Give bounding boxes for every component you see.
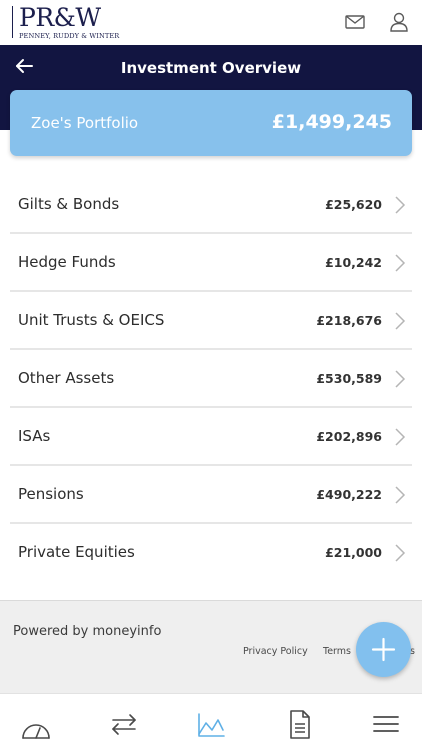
chevron-right-icon bbox=[394, 311, 406, 331]
page-title: Investment Overview bbox=[120, 59, 302, 77]
list-item[interactable]: Other Assets £530,589 bbox=[10, 350, 412, 408]
list-item[interactable]: Gilts & Bonds £25,620 bbox=[10, 176, 412, 234]
category-label: Other Assets bbox=[18, 369, 115, 387]
chevron-right-icon bbox=[394, 253, 406, 273]
category-label: Unit Trusts & OEICS bbox=[18, 311, 165, 329]
category-amount: £21,000 bbox=[325, 545, 382, 560]
terms-link[interactable]: Terms bbox=[323, 646, 351, 657]
portfolio-card[interactable]: Zoe's Portfolio £1,499,245 bbox=[10, 90, 412, 156]
mail-icon[interactable] bbox=[344, 11, 366, 33]
category-amount: £490,222 bbox=[316, 487, 382, 502]
chevron-right-icon bbox=[394, 543, 406, 563]
category-list: Gilts & Bonds £25,620 Hedge Funds £10,24… bbox=[10, 176, 412, 582]
privacy-policy-link[interactable]: Privacy Policy bbox=[243, 646, 308, 657]
category-amount: £10,242 bbox=[325, 255, 382, 270]
chevron-right-icon bbox=[394, 485, 406, 505]
category-label: Gilts & Bonds bbox=[18, 195, 120, 213]
category-label: Private Equities bbox=[18, 543, 135, 561]
list-item[interactable]: Pensions £490,222 bbox=[10, 466, 412, 524]
category-amount: £218,676 bbox=[316, 313, 382, 328]
portfolio-total: £1,499,245 bbox=[271, 111, 392, 133]
category-amount: £530,589 bbox=[316, 371, 382, 386]
logo-subtitle: PENNEY, RUDDY & WINTER bbox=[19, 32, 120, 40]
list-item[interactable]: Private Equities £21,000 bbox=[10, 524, 412, 582]
chart-icon[interactable] bbox=[195, 708, 227, 740]
company-logo[interactable]: PR&W PENNEY, RUDDY & WINTER bbox=[12, 3, 122, 40]
add-button[interactable] bbox=[356, 622, 411, 677]
chevron-right-icon bbox=[394, 427, 406, 447]
chevron-right-icon bbox=[394, 369, 406, 389]
portfolio-name: Zoe's Portfolio bbox=[31, 114, 139, 132]
plus-icon bbox=[371, 637, 396, 662]
chevron-right-icon bbox=[394, 195, 406, 215]
menu-icon[interactable] bbox=[370, 708, 402, 740]
category-label: Hedge Funds bbox=[18, 253, 116, 271]
list-item[interactable]: ISAs £202,896 bbox=[10, 408, 412, 466]
powered-by-text: Powered by moneyinfo bbox=[13, 624, 162, 639]
logo-mark: PR&W bbox=[19, 3, 101, 32]
list-item[interactable]: Hedge Funds £10,242 bbox=[10, 234, 412, 292]
category-amount: £202,896 bbox=[316, 429, 382, 444]
brand-bar: PR&W PENNEY, RUDDY & WINTER bbox=[0, 0, 422, 45]
transfer-arrows-icon[interactable] bbox=[108, 708, 140, 740]
bottom-tab-bar bbox=[0, 693, 422, 750]
list-item[interactable]: Unit Trusts & OEICS £218,676 bbox=[10, 292, 412, 350]
category-label: ISAs bbox=[18, 427, 51, 445]
logo-rule bbox=[12, 6, 13, 38]
document-icon[interactable] bbox=[283, 708, 315, 740]
category-amount: £25,620 bbox=[325, 197, 382, 212]
category-label: Pensions bbox=[18, 485, 84, 503]
user-icon[interactable] bbox=[388, 11, 410, 33]
dashboard-gauge-icon[interactable] bbox=[20, 708, 52, 740]
